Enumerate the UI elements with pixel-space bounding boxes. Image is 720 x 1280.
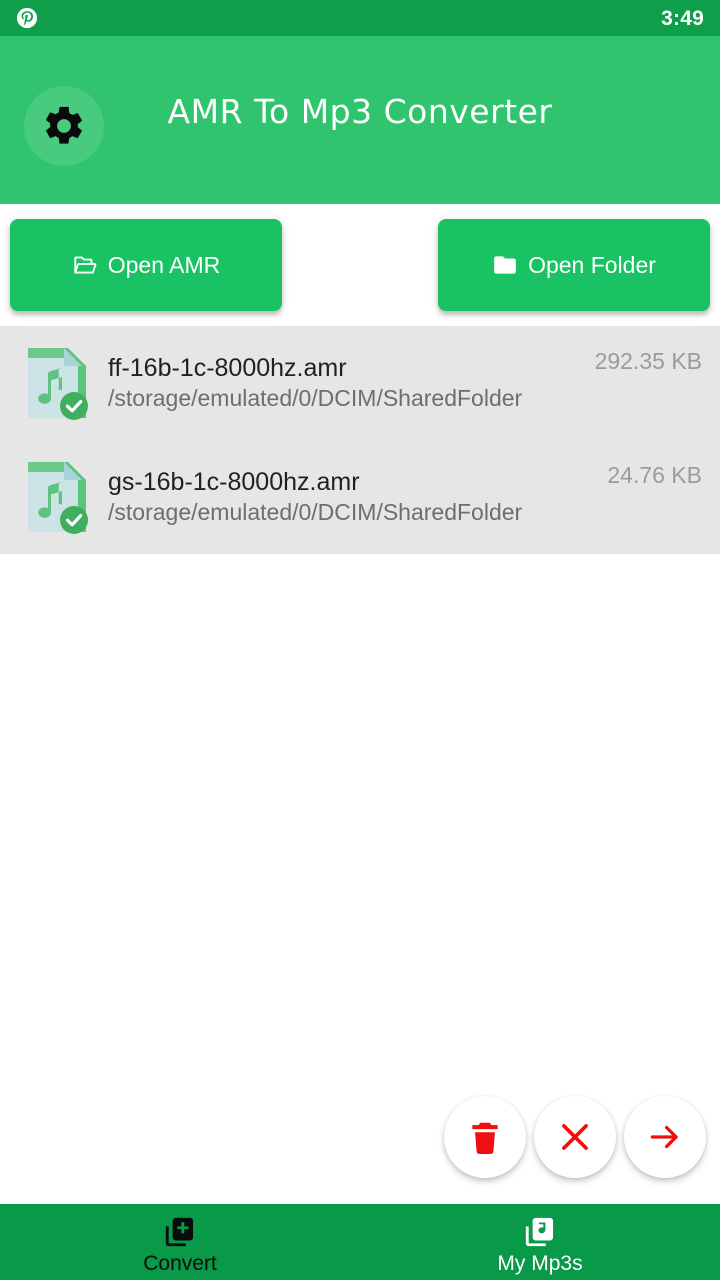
tab-convert[interactable]: Convert [0, 1204, 360, 1280]
close-x-icon [562, 1124, 588, 1150]
convert-button[interactable] [624, 1096, 706, 1178]
file-texts: gs-16b-1c-8000hz.amr /storage/emulated/0… [108, 467, 595, 527]
status-bar-left [16, 7, 38, 29]
table-row[interactable]: gs-16b-1c-8000hz.amr /storage/emulated/0… [0, 440, 720, 554]
status-bar-clock: 3:49 [661, 6, 704, 30]
open-amr-button[interactable]: Open AMR [10, 219, 282, 311]
file-size: 292.35 KB [594, 348, 702, 374]
action-buttons-row: Open AMR Open Folder [0, 204, 720, 326]
fab-row [444, 1096, 706, 1178]
library-add-icon [165, 1217, 194, 1246]
app-root: 3:49 AMR To Mp3 Converter Open AMR Open … [0, 0, 720, 1280]
page-title: AMR To Mp3 Converter [167, 92, 553, 131]
open-folder-label: Open Folder [528, 251, 656, 278]
open-folder-button[interactable]: Open Folder [438, 219, 710, 311]
file-texts: ff-16b-1c-8000hz.amr /storage/emulated/0… [108, 353, 583, 413]
pinterest-icon [16, 7, 38, 29]
app-bar: AMR To Mp3 Converter [0, 36, 720, 204]
folder-open-icon [74, 256, 97, 274]
tab-my-mp3s-label: My Mp3s [497, 1251, 583, 1275]
content-area: ff-16b-1c-8000hz.amr /storage/emulated/0… [0, 326, 720, 1204]
file-list: ff-16b-1c-8000hz.amr /storage/emulated/0… [0, 326, 720, 554]
audio-file-icon [22, 458, 90, 536]
table-row[interactable]: ff-16b-1c-8000hz.amr /storage/emulated/0… [0, 326, 720, 440]
audio-file-icon [22, 344, 90, 422]
bottom-navigation: Convert My Mp3s [0, 1204, 720, 1280]
tab-my-mp3s[interactable]: My Mp3s [360, 1204, 720, 1280]
arrow-right-icon [650, 1125, 678, 1149]
tab-convert-label: Convert [143, 1251, 217, 1275]
delete-button[interactable] [444, 1096, 526, 1178]
file-path: /storage/emulated/0/DCIM/SharedFolder [108, 385, 523, 412]
file-path: /storage/emulated/0/DCIM/SharedFolder [108, 499, 523, 526]
status-bar: 3:49 [0, 0, 720, 36]
file-name: ff-16b-1c-8000hz.amr [108, 354, 347, 383]
clear-button[interactable] [534, 1096, 616, 1178]
file-size: 24.76 KB [607, 462, 702, 488]
trash-icon [472, 1122, 498, 1154]
folder-icon [494, 256, 516, 274]
file-name: gs-16b-1c-8000hz.amr [108, 468, 360, 497]
library-music-icon [525, 1217, 554, 1246]
open-amr-label: Open AMR [107, 251, 221, 278]
